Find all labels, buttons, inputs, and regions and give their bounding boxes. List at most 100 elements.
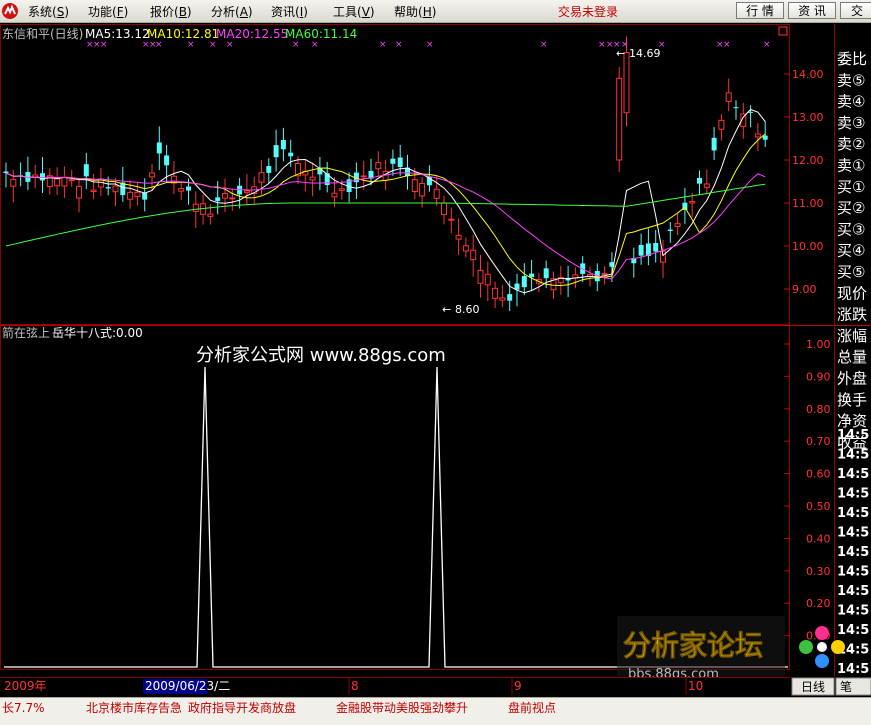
- indicator-tick-label: 0.90: [806, 370, 831, 383]
- indicator-title: 箭在弦上: [2, 325, 50, 340]
- candle-body: [288, 152, 294, 157]
- candle-body: [455, 234, 462, 240]
- quote-label: 外盘: [837, 370, 867, 388]
- ticker-item[interactable]: 金融股带动美股强劲攀升: [336, 699, 468, 716]
- candle-body: [477, 269, 484, 284]
- candle-body: [317, 168, 323, 175]
- low-price-arrow: ←: [442, 303, 451, 316]
- quote-button[interactable]: 行 情: [736, 2, 784, 19]
- ma10-line: [5, 133, 766, 287]
- news-button[interactable]: 资 讯: [788, 2, 836, 19]
- candle-body: [703, 183, 710, 188]
- chart-area[interactable]: × × × × × × × × × × × × × × × × × × × × × × × 东信和平(日线) MA5:13.…: [0, 23, 871, 677]
- indicator-axis: 1.000.900.800.700.600.500.400.300.200.10: [784, 338, 831, 643]
- indicator-tick-label: 0.70: [806, 435, 831, 448]
- candle-body: [207, 213, 214, 217]
- candle-body: [134, 191, 141, 198]
- candle-body: [733, 107, 739, 109]
- indicator-tick-label: 1.00: [806, 338, 831, 351]
- low-price-label: 8.60: [455, 303, 480, 316]
- chart-canvas[interactable]: × × × × ×× × × × × × × × × × × × × × × × × × 东信和平(日线) MA5:13.…: [0, 23, 871, 677]
- price-tick-label: 13.00: [792, 111, 824, 124]
- ticker-item[interactable]: 北京楼市库存告急: [86, 699, 182, 716]
- indicator-tick-label: 0.60: [806, 468, 831, 481]
- candle-body: [411, 179, 418, 193]
- candle-body: [397, 157, 403, 168]
- ticker-item[interactable]: 长7.7%: [2, 699, 45, 716]
- menu-item-1[interactable]: 功能(F): [88, 3, 128, 20]
- candle-body: [762, 135, 768, 140]
- signal-marker: ×: [292, 40, 300, 50]
- forum-logo-title: 分析家论坛: [623, 629, 763, 662]
- menu-item-4[interactable]: 资讯(I): [271, 3, 308, 20]
- tick-time: 14:5: [837, 545, 869, 560]
- candle-body: [229, 197, 236, 200]
- signal-marker: ×: [226, 40, 234, 50]
- candle-body: [462, 245, 469, 252]
- candle-body: [543, 268, 549, 279]
- candle-body: [309, 176, 316, 181]
- candle-body: [360, 175, 367, 178]
- menu-item-5[interactable]: 工具(V): [333, 3, 375, 20]
- candle-body: [156, 142, 162, 154]
- candle-body: [149, 172, 155, 178]
- candle-body: [90, 189, 97, 193]
- candle-body: [40, 173, 45, 181]
- tick-time: 14:5: [837, 565, 869, 580]
- candle-body: [529, 273, 535, 278]
- candle-body: [243, 190, 250, 193]
- chart-toggle-icon[interactable]: [778, 26, 788, 36]
- signal-marker: ×: [155, 40, 163, 50]
- ticker-item[interactable]: 政府指导开发商放盘: [188, 699, 296, 716]
- candle-body: [178, 188, 185, 192]
- ma60-label: MA60:11.14: [285, 27, 357, 41]
- trading-app-window: 系统(S) 功能(F) 报价(B) 分析(A) 资讯(I) 工具(V) 帮助(H) 交易未登…: [0, 0, 871, 725]
- candle-body: [338, 188, 345, 191]
- candle-body: [390, 158, 396, 164]
- signal-marker: ×: [598, 40, 606, 50]
- forum-logo: 分析家论坛 bbs.88gs.com: [617, 616, 845, 677]
- indicator-tick-label: 0.80: [806, 403, 831, 416]
- candle-body: [3, 171, 9, 174]
- forum-logo-url: bbs.88gs.com: [628, 667, 719, 677]
- quote-label: 现价: [837, 284, 867, 302]
- signal-marker: ×: [379, 40, 387, 50]
- candle-body: [689, 201, 696, 204]
- quote-label: 买①: [837, 178, 865, 196]
- month-label-9: 9: [514, 679, 522, 693]
- tick-time: 14:5: [837, 662, 869, 677]
- price-chart: × × × × ×× × × × × × × × × × × × × × × × × ×: [3, 36, 771, 312]
- candle-body: [601, 273, 608, 276]
- candle-body: [470, 249, 477, 261]
- menu-item-6[interactable]: 帮助(H): [394, 3, 436, 20]
- ticker-item[interactable]: 盘前视点: [508, 699, 556, 716]
- candle-body: [433, 188, 440, 199]
- menu-item-3[interactable]: 分析(A): [211, 3, 253, 20]
- high-price-arrow: ←: [616, 47, 625, 60]
- candle-body: [521, 276, 527, 288]
- price-tick-label: 10.00: [792, 240, 824, 253]
- quote-label: 卖③: [837, 114, 865, 132]
- tick-time: 14:5: [837, 584, 869, 599]
- tick-time: 14:5: [837, 487, 869, 502]
- candle-body: [222, 193, 228, 199]
- quote-label: 买②: [837, 199, 865, 217]
- quote-label: 涨跌: [837, 306, 867, 324]
- trade-button[interactable]: 交: [840, 2, 871, 19]
- candle-body: [83, 164, 89, 177]
- quote-label: 卖⑤: [837, 71, 865, 89]
- candle-body: [164, 155, 170, 166]
- menu-item-0[interactable]: 系统(S): [28, 3, 69, 20]
- quote-label: 买③: [837, 220, 865, 238]
- candle-body: [653, 242, 659, 252]
- menu-item-2[interactable]: 报价(B): [150, 3, 192, 20]
- tick-time: 14:5: [837, 526, 869, 541]
- candle-body: [273, 145, 279, 158]
- tick-time: 14:5: [837, 467, 869, 482]
- price-tick-label: 12.00: [792, 154, 824, 167]
- quote-label: 换手: [837, 391, 867, 409]
- price-tick-label: 9.00: [792, 283, 817, 296]
- candle-body: [10, 179, 17, 187]
- news-ticker[interactable]: 长7.7% 北京楼市库存告急 政府指导开发商放盘 金融股带动美股强劲攀升 盘前视…: [0, 697, 871, 725]
- tick-time: 14:5: [837, 506, 869, 521]
